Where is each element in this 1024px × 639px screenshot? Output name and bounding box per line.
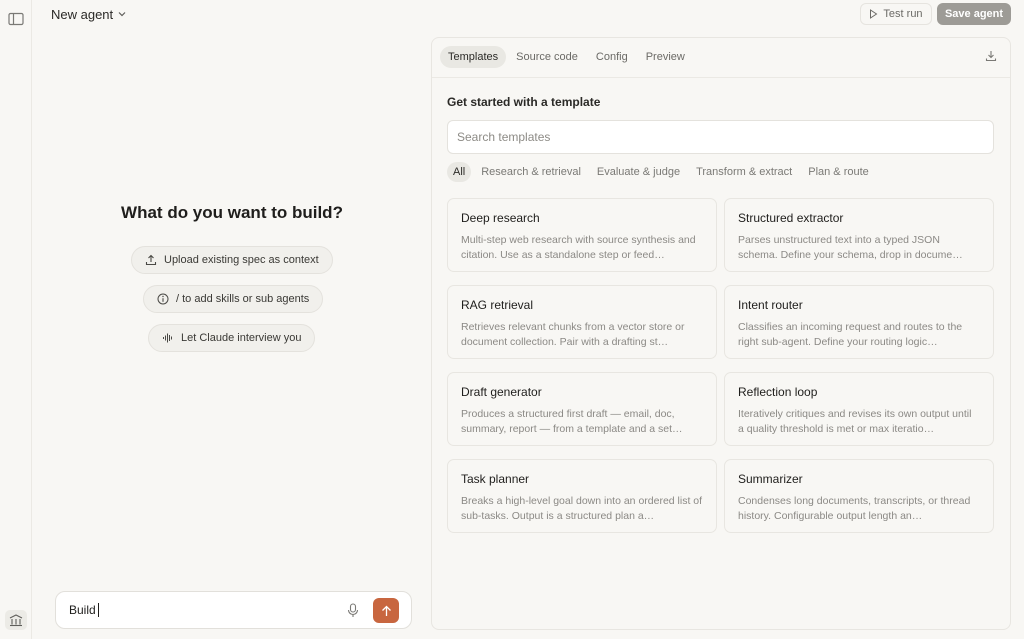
sidebar-toggle-icon[interactable] xyxy=(8,12,24,26)
template-card-intent-router[interactable]: Intent router Classifies an incoming req… xyxy=(724,285,994,359)
send-button[interactable] xyxy=(373,598,399,623)
template-card-structured-extractor[interactable]: Structured extractor Parses unstructured… xyxy=(724,198,994,272)
tab-templates[interactable]: Templates xyxy=(440,46,507,68)
template-description: Retrieves relevant chunks from a vector … xyxy=(461,321,685,348)
add-skills-label: / to add skills or sub agents xyxy=(176,293,310,305)
template-description: Multi-step web research with source synt… xyxy=(461,234,696,261)
template-description: Parses unstructured text into a typed JS… xyxy=(738,234,963,261)
play-icon xyxy=(869,9,878,19)
template-title: Intent router xyxy=(738,298,803,312)
template-title: Draft generator xyxy=(461,385,542,399)
text-caret xyxy=(97,603,99,617)
template-grid: Deep research Multi-step web research wi… xyxy=(447,198,994,533)
left-rail xyxy=(0,0,32,639)
filter-all[interactable]: All xyxy=(447,162,472,182)
template-card-reflection-loop[interactable]: Reflection loop Iteratively critiques an… xyxy=(724,372,994,446)
interview-label: Let Claude interview you xyxy=(181,332,302,344)
filter-transform-extract[interactable]: Transform & extract xyxy=(690,162,798,182)
composer: Build xyxy=(55,591,412,629)
filter-plan-route[interactable]: Plan & route xyxy=(802,162,875,182)
bank-icon[interactable] xyxy=(5,610,27,630)
microphone-icon[interactable] xyxy=(347,603,359,618)
upload-icon xyxy=(145,254,157,266)
template-description: Condenses long documents, transcripts, o… xyxy=(738,495,971,522)
template-description: Classifies an incoming request and route… xyxy=(738,321,963,348)
template-description: Iteratively critiques and revises its ow… xyxy=(738,408,972,435)
save-agent-button[interactable]: Save agent xyxy=(937,3,1011,25)
upload-spec-label: Upload existing spec as context xyxy=(164,254,319,266)
info-icon xyxy=(157,293,169,305)
template-title: Reflection loop xyxy=(738,385,818,399)
template-card-deep-research[interactable]: Deep research Multi-step web research wi… xyxy=(447,198,717,272)
template-card-draft-generator[interactable]: Draft generator Produces a structured fi… xyxy=(447,372,717,446)
template-title: Task planner xyxy=(461,472,530,486)
category-filters: All Research & retrieval Evaluate & judg… xyxy=(447,162,875,182)
divider xyxy=(432,77,1010,78)
test-run-button[interactable]: Test run xyxy=(860,3,932,25)
add-skills-button[interactable]: / to add skills or sub agents xyxy=(143,285,324,313)
filter-evaluate-judge[interactable]: Evaluate & judge xyxy=(591,162,686,182)
tab-config[interactable]: Config xyxy=(588,46,636,68)
search-templates-input[interactable] xyxy=(447,120,994,154)
tab-preview[interactable]: Preview xyxy=(638,46,693,68)
template-description: Breaks a high-level goal down into an or… xyxy=(461,495,703,522)
agent-title: New agent xyxy=(51,6,114,22)
build-prompt-heading: What do you want to build? xyxy=(121,203,343,222)
template-card-summarizer[interactable]: Summarizer Condenses long documents, tra… xyxy=(724,459,994,533)
test-run-label: Test run xyxy=(883,8,923,20)
upload-spec-button[interactable]: Upload existing spec as context xyxy=(131,246,333,274)
waveform-icon xyxy=(162,332,174,344)
chevron-down-icon xyxy=(117,9,127,19)
template-card-task-planner[interactable]: Task planner Breaks a high-level goal do… xyxy=(447,459,717,533)
template-title: Summarizer xyxy=(738,472,803,486)
template-card-rag-retrieval[interactable]: RAG retrieval Retrieves relevant chunks … xyxy=(447,285,717,359)
composer-text: Build xyxy=(69,603,96,617)
tab-source-code[interactable]: Source code xyxy=(508,46,586,68)
template-title: Deep research xyxy=(461,211,540,225)
template-panel: Templates Source code Config Preview Get… xyxy=(431,37,1011,630)
download-icon[interactable] xyxy=(985,50,997,62)
panel-tabs: Templates Source code Config Preview xyxy=(440,46,693,68)
interview-button[interactable]: Let Claude interview you xyxy=(148,324,316,352)
template-title: RAG retrieval xyxy=(461,298,534,312)
composer-input[interactable]: Build xyxy=(69,603,99,617)
filter-research-retrieval[interactable]: Research & retrieval xyxy=(475,162,587,182)
agent-title-dropdown[interactable]: New agent xyxy=(51,5,127,23)
template-title: Structured extractor xyxy=(738,211,844,225)
template-description: Produces a structured first draft — emai… xyxy=(461,408,683,435)
arrow-up-icon xyxy=(381,605,392,617)
section-title: Get started with a template xyxy=(447,95,601,109)
